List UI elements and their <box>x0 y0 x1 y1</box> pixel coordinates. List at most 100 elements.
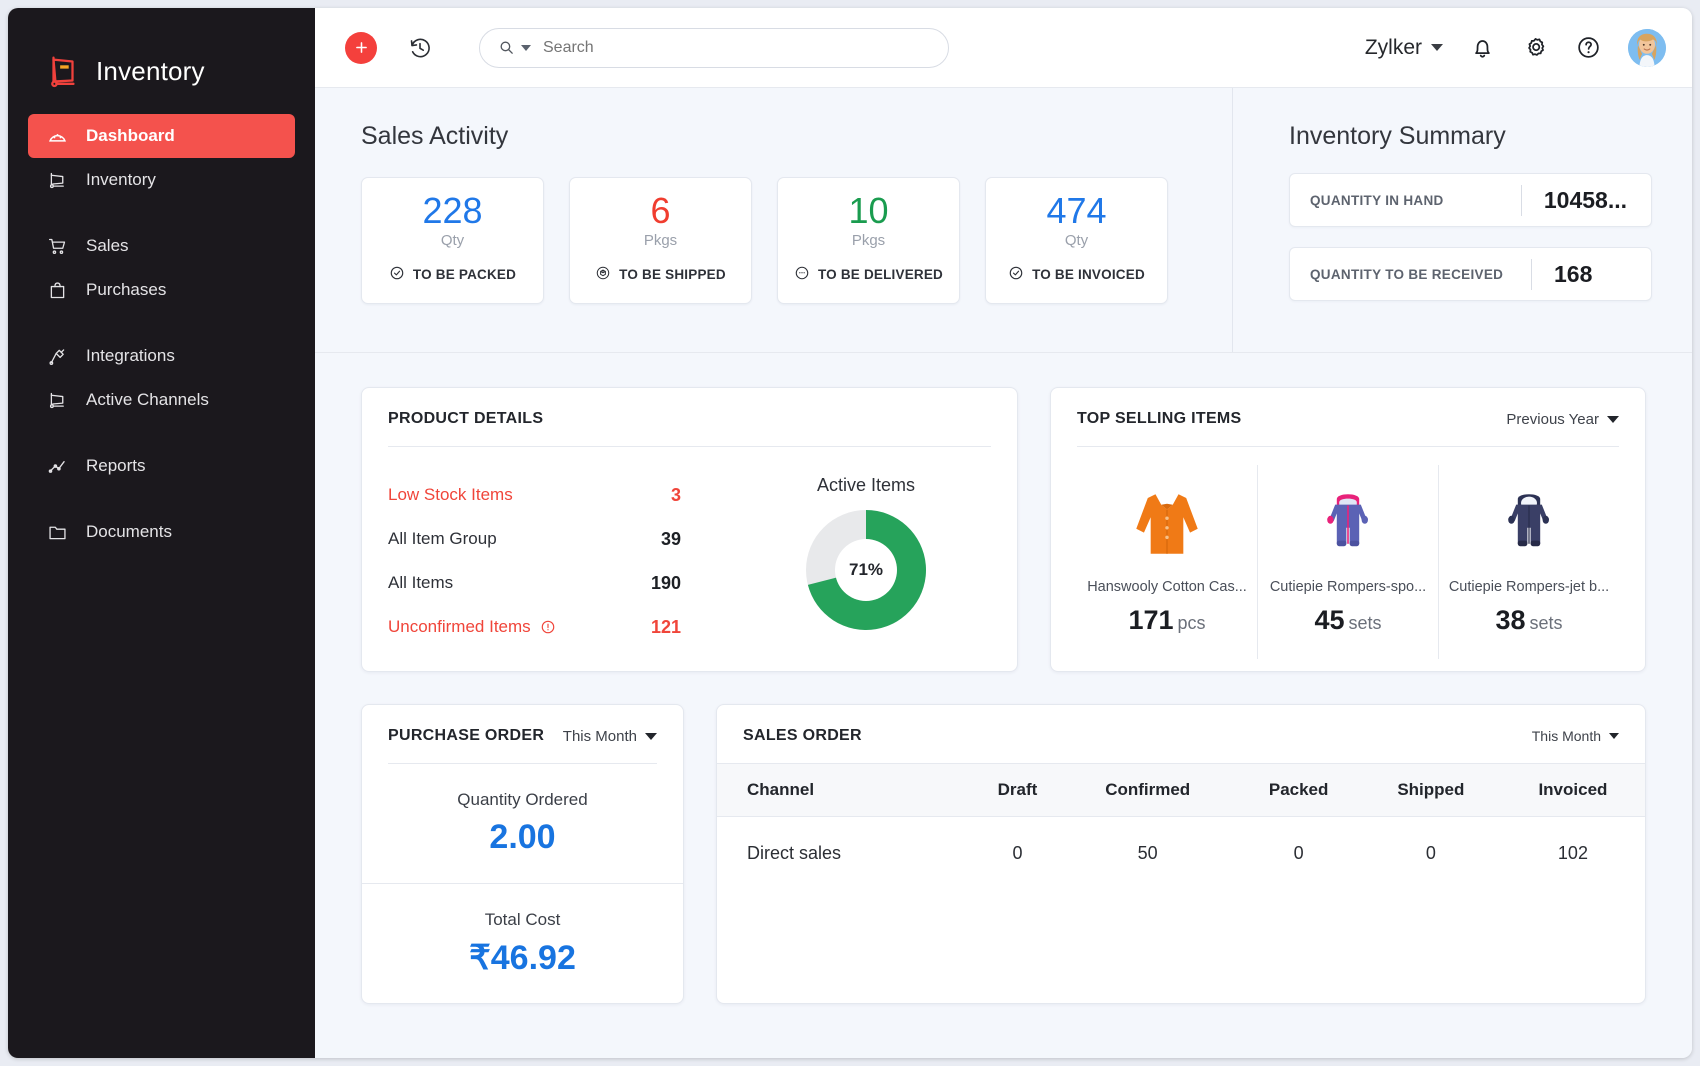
column-header-channel[interactable]: Channel <box>717 764 976 817</box>
notifications-button[interactable] <box>1469 34 1496 61</box>
card-value: 10 <box>848 192 888 230</box>
nav-group: Reports <box>8 444 315 488</box>
search-input[interactable] <box>543 39 930 57</box>
nav-group: Sales Purchases <box>8 224 315 312</box>
product-detail-row-low-stock[interactable]: Low Stock Items 3 <box>388 473 741 517</box>
nav-group: Dashboard Inventory <box>8 114 315 202</box>
sidebar-item-inventory[interactable]: Inventory <box>28 158 295 202</box>
shopping-cart-icon <box>46 235 68 257</box>
search-box[interactable] <box>479 28 949 68</box>
row-label: Unconfirmed Items <box>388 617 531 637</box>
card-to-be-shipped[interactable]: 6 Pkgs TO BE SHIPPED <box>569 177 752 304</box>
product-unit: sets <box>1530 613 1563 633</box>
product-name: Cutiepie Rompers-jet b... <box>1449 579 1609 595</box>
help-button[interactable] <box>1575 34 1602 61</box>
product-detail-row-all-item-group[interactable]: All Item Group 39 <box>388 517 741 561</box>
sidebar-item-active-channels[interactable]: Active Channels <box>28 378 295 422</box>
card-label: TO BE INVOICED <box>1032 267 1145 282</box>
product-detail-row-unconfirmed-items[interactable]: Unconfirmed Items 121 <box>388 605 741 649</box>
purchase-order-quantity-block: Quantity Ordered 2.00 <box>362 764 683 883</box>
column-header-confirmed[interactable]: Confirmed <box>1059 764 1237 817</box>
cell-confirmed: 50 <box>1059 817 1237 891</box>
column-header-packed[interactable]: Packed <box>1236 764 1360 817</box>
card-value: 228 <box>422 192 482 230</box>
block-label: Quantity Ordered <box>362 790 683 810</box>
card-to-be-delivered[interactable]: 10 Pkgs TO BE DELIVERED <box>777 177 960 304</box>
purchase-order-period-selector[interactable]: This Month <box>563 728 657 745</box>
cell-packed: 0 <box>1236 817 1360 891</box>
inventory-row-label: QUANTITY TO BE RECEIVED <box>1310 267 1503 282</box>
main-area: Zylker <box>315 8 1692 1058</box>
card-label: TO BE DELIVERED <box>818 267 943 282</box>
product-detail-row-all-items[interactable]: All Items 190 <box>388 561 741 605</box>
card-unit: Pkgs <box>852 232 885 249</box>
sidebar-item-label: Integrations <box>86 346 175 366</box>
card-to-be-packed[interactable]: 228 Qty TO BE PACKED <box>361 177 544 304</box>
product-image-blue-pink-romper <box>1308 475 1388 571</box>
check-circle-icon <box>389 265 405 284</box>
sidebar-item-purchases[interactable]: Purchases <box>28 268 295 312</box>
inventory-cart-icon <box>46 169 68 191</box>
settings-button[interactable] <box>1522 34 1549 61</box>
panel-title: SALES ORDER <box>743 727 862 745</box>
inventory-row-quantity-to-be-received[interactable]: QUANTITY TO BE RECEIVED 168 <box>1289 247 1652 301</box>
top-selling-item[interactable]: Hanswooly Cotton Cas... 171pcs <box>1077 465 1257 659</box>
column-header-invoiced[interactable]: Invoiced <box>1501 764 1645 817</box>
product-details-body: Low Stock Items 3 All Item Group 39 All … <box>362 447 1017 649</box>
inventory-summary-section: Inventory Summary QUANTITY IN HAND 10458… <box>1232 88 1692 352</box>
sidebar-item-dashboard[interactable]: Dashboard <box>28 114 295 158</box>
donut-chart: 71% <box>806 510 926 630</box>
sidebar-item-label: Dashboard <box>86 126 175 146</box>
caret-down-icon <box>1609 733 1619 739</box>
column-header-draft[interactable]: Draft <box>976 764 1059 817</box>
dashboard-gauge-icon <box>46 125 68 147</box>
top-selling-items-panel: TOP SELLING ITEMS Previous Year <box>1050 387 1646 672</box>
top-selling-item[interactable]: Cutiepie Rompers-spo... 45sets <box>1257 465 1438 659</box>
shopping-bag-icon <box>46 279 68 301</box>
purchase-order-panel: PURCHASE ORDER This Month Quantity Order… <box>361 704 684 1004</box>
sales-order-table: Channel Draft Confirmed Packed Shipped I… <box>717 763 1645 890</box>
top-selling-item[interactable]: Cutiepie Rompers-jet b... 38sets <box>1438 465 1619 659</box>
add-new-button[interactable] <box>345 32 377 64</box>
column-header-shipped[interactable]: Shipped <box>1361 764 1501 817</box>
row-value: 190 <box>651 573 741 594</box>
row-value: 39 <box>661 529 741 550</box>
avatar[interactable] <box>1628 29 1666 67</box>
check-circle-icon <box>1008 265 1024 284</box>
card-value: 474 <box>1046 192 1106 230</box>
sidebar-item-label: Purchases <box>86 280 166 300</box>
period-label: Previous Year <box>1506 411 1599 428</box>
panel-header: TOP SELLING ITEMS Previous Year <box>1051 388 1645 428</box>
caret-down-icon[interactable] <box>521 45 531 51</box>
period-label: This Month <box>563 728 637 745</box>
organization-selector[interactable]: Zylker <box>1365 36 1443 60</box>
dots-circle-icon <box>794 265 810 284</box>
card-unit: Qty <box>441 232 464 249</box>
brand[interactable]: Inventory <box>8 8 315 104</box>
period-label: This Month <box>1532 728 1601 744</box>
channels-cart-icon <box>46 389 68 411</box>
recent-activity-button[interactable] <box>407 35 433 61</box>
top-selling-list: Hanswooly Cotton Cas... 171pcs <box>1051 447 1645 659</box>
sales-activity-section: Sales Activity 228 Qty TO BE PACKED <box>315 88 1232 352</box>
cell-draft: 0 <box>976 817 1059 891</box>
sidebar-item-reports[interactable]: Reports <box>28 444 295 488</box>
sales-order-period-selector[interactable]: This Month <box>1532 728 1619 744</box>
top-selling-period-selector[interactable]: Previous Year <box>1506 411 1619 428</box>
sidebar-item-integrations[interactable]: Integrations <box>28 334 295 378</box>
card-label-row: TO BE PACKED <box>389 265 516 284</box>
info-circle-icon[interactable] <box>540 619 556 635</box>
panels-area: PRODUCT DETAILS Low Stock Items 3 All It… <box>315 353 1692 1058</box>
row-label-wrap: Unconfirmed Items <box>388 617 556 637</box>
sidebar-item-sales[interactable]: Sales <box>28 224 295 268</box>
product-qty: 171 <box>1128 605 1173 635</box>
table-header-row: Channel Draft Confirmed Packed Shipped I… <box>717 764 1645 817</box>
inventory-row-quantity-in-hand[interactable]: QUANTITY IN HAND 10458... <box>1289 173 1652 227</box>
card-to-be-invoiced[interactable]: 474 Qty TO BE INVOICED <box>985 177 1168 304</box>
row-value: 121 <box>651 617 741 638</box>
user-avatar-icon <box>1628 29 1666 67</box>
table-row[interactable]: Direct sales 0 50 0 0 102 <box>717 817 1645 891</box>
panel-title: TOP SELLING ITEMS <box>1077 410 1242 428</box>
active-items-chart: Active Items 71% <box>741 473 991 649</box>
sidebar-item-documents[interactable]: Documents <box>28 510 295 554</box>
